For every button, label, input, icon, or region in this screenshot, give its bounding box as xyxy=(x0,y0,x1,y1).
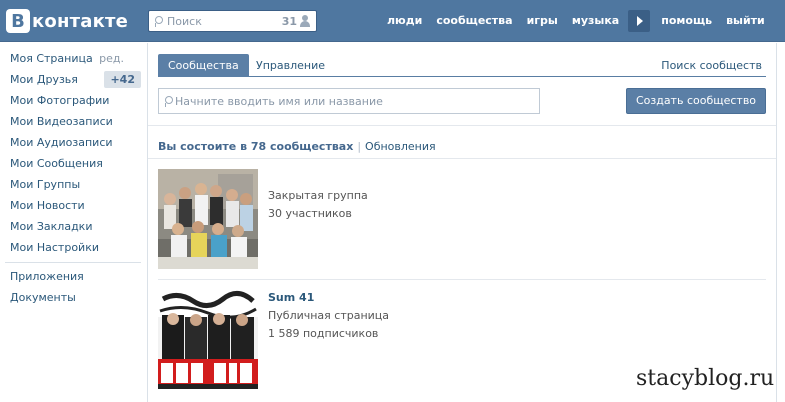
online-count: 31 xyxy=(281,14,297,28)
community-search-input[interactable]: Начните вводить имя или название xyxy=(158,88,540,114)
sidebar-item-friends[interactable]: Мои Друзья +42 xyxy=(0,69,146,90)
user-icon xyxy=(299,15,311,27)
nav-communities[interactable]: сообщества xyxy=(429,0,519,42)
sidebar-item-label: Мои Фотографии xyxy=(10,94,110,107)
sidebar-item-messages[interactable]: Мои Сообщения xyxy=(0,153,146,174)
sidebar-item-label: Мои Настройки xyxy=(10,241,99,254)
updates-link[interactable]: Обновления xyxy=(365,140,436,153)
nav-games[interactable]: игры xyxy=(520,0,565,42)
left-sidebar: Моя Страница ред. Мои Друзья +42 Мои Фот… xyxy=(0,43,146,308)
tab-management[interactable]: Управление xyxy=(246,54,335,77)
group-members: 1 589 подписчиков xyxy=(268,327,379,340)
header-search-placeholder: Поиск xyxy=(167,14,202,28)
group-details: Закрытая группа 30 участников xyxy=(268,187,368,223)
top-header: В контакте Поиск 31 люди сообщества игры… xyxy=(0,0,785,42)
sidebar-item-my-page[interactable]: Моя Страница ред. xyxy=(0,48,146,69)
sidebar-item-label: Мои Аудиозаписи xyxy=(10,136,113,149)
sidebar-item-news[interactable]: Мои Новости xyxy=(0,195,146,216)
nav-logout[interactable]: выйти xyxy=(719,0,772,42)
sidebar-item-label: Приложения xyxy=(10,270,84,283)
top-nav: люди сообщества игры музыка помощь выйти xyxy=(380,0,772,42)
group-members: 30 участников xyxy=(268,207,352,220)
sidebar-item-label: Мои Друзья xyxy=(10,73,78,86)
sidebar-item-label: Мои Закладки xyxy=(10,220,93,233)
membership-count[interactable]: Вы состоите в 78 сообществах xyxy=(158,140,353,153)
create-community-button[interactable]: Создать сообщество xyxy=(626,88,766,114)
group-details: Sum 41 Публичная страница 1 589 подписчи… xyxy=(268,289,389,343)
vk-logo[interactable]: В контакте xyxy=(6,8,128,34)
group-name[interactable]: Sum 41 xyxy=(268,289,389,307)
sidebar-item-label: Мои Группы xyxy=(10,178,81,191)
sidebar-item-audio[interactable]: Мои Аудиозаписи xyxy=(0,132,146,153)
sidebar-item-label: Мои Новости xyxy=(10,199,85,212)
sidebar-item-groups[interactable]: Мои Группы xyxy=(0,174,146,195)
group-type: Закрытая группа xyxy=(268,189,368,202)
divider xyxy=(148,158,776,159)
sidebar-item-photos[interactable]: Мои Фотографии xyxy=(0,90,146,111)
sidebar-divider xyxy=(5,262,141,263)
communities-summary: Вы состоите в 78 сообществах | Обновления xyxy=(158,140,436,153)
nav-people[interactable]: люди xyxy=(380,0,429,42)
sidebar-item-videos[interactable]: Мои Видеозаписи xyxy=(0,111,146,132)
tab-communities[interactable]: Сообщества xyxy=(158,54,249,77)
logo-letter: В xyxy=(6,9,30,33)
play-icon[interactable] xyxy=(628,10,651,32)
row-divider xyxy=(158,279,766,280)
sidebar-item-apps[interactable]: Приложения xyxy=(0,266,146,287)
sidebar-item-label: Документы xyxy=(10,291,76,304)
header-search-input[interactable]: Поиск 31 xyxy=(148,10,317,32)
group-photo-image xyxy=(158,289,258,389)
group-type: Публичная страница xyxy=(268,309,390,322)
sidebar-item-label: Мои Сообщения xyxy=(10,157,103,170)
nav-help[interactable]: помощь xyxy=(654,0,719,42)
search-communities-link[interactable]: Поиск сообществ xyxy=(661,54,762,77)
group-avatar[interactable] xyxy=(158,289,258,389)
site-watermark: stacyblog.ru xyxy=(636,366,775,391)
tabs-bar: Сообщества Управление Поиск сообществ xyxy=(158,54,766,77)
group-photo-image xyxy=(158,169,258,269)
sidebar-item-bookmarks[interactable]: Мои Закладки xyxy=(0,216,146,237)
sidebar-item-label: Моя Страница xyxy=(10,52,93,65)
edit-link[interactable]: ред. xyxy=(99,48,124,69)
community-search-placeholder: Начните вводить имя или название xyxy=(175,94,383,108)
nav-music[interactable]: музыка xyxy=(565,0,626,42)
sidebar-item-settings[interactable]: Мои Настройки xyxy=(0,237,146,258)
main-content: Сообщества Управление Поиск сообществ На… xyxy=(147,43,777,402)
search-icon xyxy=(159,91,175,111)
divider xyxy=(148,125,776,126)
group-avatar[interactable] xyxy=(158,169,258,269)
sidebar-item-label: Мои Видеозаписи xyxy=(10,115,113,128)
logo-text: контакте xyxy=(32,10,129,32)
search-icon xyxy=(149,11,167,31)
summary-separator: | xyxy=(357,140,362,153)
friends-badge[interactable]: +42 xyxy=(104,71,141,88)
sidebar-item-documents[interactable]: Документы xyxy=(0,287,146,308)
